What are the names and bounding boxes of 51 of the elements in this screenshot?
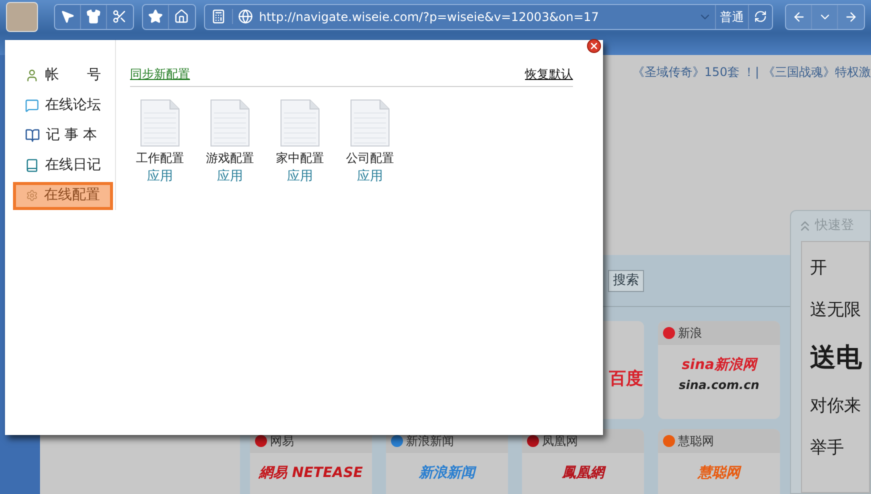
document-icon (210, 99, 250, 147)
nav-item[interactable]: 帐 号 (13, 62, 113, 89)
site-logo: 網易 NETEASE (259, 464, 363, 483)
site-name: 新浪 (678, 325, 702, 342)
apply-link[interactable]: 应用 (147, 167, 173, 186)
url-text[interactable]: http://navigate.wiseie.com/?p=wiseie&v=12003&on=17 (258, 8, 695, 26)
book-icon (25, 128, 40, 143)
apply-link[interactable]: 应用 (357, 167, 383, 186)
nav-item[interactable]: 在线配置 (13, 182, 113, 210)
apply-link[interactable]: 应用 (217, 167, 243, 186)
promo-text: 送无限 (810, 298, 862, 322)
promo-text: 对你来 (810, 395, 862, 418)
sync-link[interactable]: 同步新配置 (130, 65, 190, 83)
config-name: 公司配置 (346, 150, 394, 167)
config-name: 游戏配置 (206, 150, 254, 167)
promo-text: 送电 (810, 342, 863, 375)
nav-item[interactable]: 在线日记 (13, 152, 113, 179)
site-name: 网易 (270, 433, 294, 450)
promo-text: 开 (810, 257, 828, 280)
site-logo: sina新浪网 (682, 356, 756, 375)
promo-text: 举手 (810, 436, 845, 460)
nav-item[interactable]: 在线论坛 (13, 92, 113, 119)
config-name: 家中配置 (276, 150, 324, 167)
document-icon (350, 99, 390, 147)
avatar-placeholder[interactable] (6, 2, 38, 32)
nav-item[interactable]: 记 事 本 (13, 122, 113, 149)
gear-icon (26, 188, 38, 204)
close-icon[interactable] (587, 39, 601, 53)
site-logo: 百度 (609, 368, 643, 392)
search-button[interactable]: 搜索 (608, 270, 644, 292)
site-name: 新浪新闻 (406, 433, 454, 450)
site-tile[interactable]: 凤凰网 鳳凰網 (522, 429, 644, 494)
chat-bubble-icon (25, 98, 39, 113)
site-tile[interactable]: 慧聪网 慧聪网 (658, 429, 780, 494)
site-logo: 新浪新闻 (419, 464, 475, 483)
document-icon (280, 99, 320, 147)
person-icon (25, 68, 39, 83)
ticker-text[interactable]: 《圣域传奇》150套 ！| 《三国战魂》特权激 (632, 63, 871, 81)
mode-button[interactable]: 普通 (715, 4, 748, 28)
document-icon (140, 99, 180, 147)
site-name: 慧聪网 (678, 433, 714, 450)
address-bar[interactable]: http://navigate.wiseie.com/?p=wiseie&v=12003&on=17 普通 (204, 4, 773, 30)
site-logo: 鳳凰網 (562, 463, 604, 484)
config-name: 工作配置 (136, 150, 184, 167)
site-domain: sina.com.cn (678, 377, 760, 394)
site-tile[interactable]: 新浪 sina新浪网 sina.com.cn (658, 321, 780, 419)
site-logo: 慧聪网 (698, 464, 740, 483)
site-name: 凤凰网 (542, 433, 578, 450)
apply-link[interactable]: 应用 (287, 167, 313, 186)
book-icon (25, 158, 39, 173)
restore-link[interactable]: 恢复默认 (525, 65, 573, 83)
